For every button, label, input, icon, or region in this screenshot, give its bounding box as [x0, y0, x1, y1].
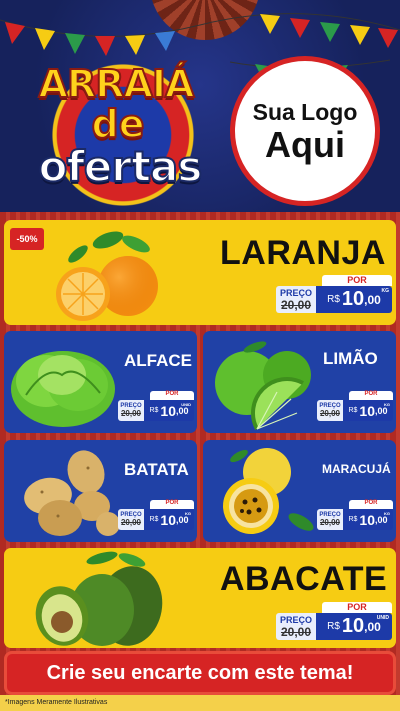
- price-decimal: ,00: [176, 405, 189, 416]
- price-integer: 10: [341, 288, 365, 310]
- illustrative-images-note: *Imagens Meramente Ilustrativas: [0, 695, 400, 711]
- preco-label: PREÇO: [279, 614, 312, 625]
- old-price-block: PREÇO 20,00: [317, 400, 343, 421]
- logo-placeholder[interactable]: Sua Logo Aqui: [230, 56, 380, 206]
- price-tag-batata: POR PREÇO 20,00 R$ 10 ,00 KG: [118, 500, 194, 530]
- logo-line1: Sua Logo: [252, 98, 358, 125]
- price-integer: 10: [341, 615, 365, 637]
- old-price-block: PREÇO 20,00: [276, 613, 316, 640]
- price-tag-laranja: POR PREÇO 20,00 R$ 10 ,00 KG: [276, 275, 392, 313]
- product-card-batata[interactable]: BATATA POR PREÇO 20,00 R$ 10 ,00 KG: [4, 440, 197, 542]
- product-name-alface: ALFACE: [124, 351, 192, 370]
- price-decimal: ,00: [176, 514, 189, 525]
- price-integer: 10: [160, 402, 176, 419]
- price-unit: KG: [381, 288, 390, 294]
- create-flyer-button[interactable]: Crie seu encarte com este tema!: [4, 651, 396, 695]
- por-label: POR: [349, 391, 393, 400]
- lime-image-icon: [215, 341, 311, 430]
- old-price-block: PREÇO 20,00: [118, 400, 144, 421]
- new-price-block: R$ 10 ,00 UNID: [316, 613, 392, 640]
- price-body: PREÇO 20,00 R$ 10 ,00 UNID: [276, 613, 392, 640]
- discount-badge: -50%: [10, 228, 44, 250]
- price-body: PREÇO 20,00 R$ 10 ,00 KG: [317, 400, 393, 421]
- title-ofertas: ofertas: [38, 141, 204, 192]
- price-decimal: ,00: [364, 292, 381, 307]
- product-name-batata: BATATA: [124, 460, 189, 479]
- price-body: PREÇO 20,00 R$ 10 ,00 KG: [317, 509, 393, 530]
- old-price: 20,00: [280, 624, 312, 639]
- price-unit: UNID: [181, 402, 191, 407]
- price-tag-limao: POR PREÇO 20,00 R$ 10 ,00 KG: [317, 391, 393, 421]
- currency: R$: [327, 294, 340, 305]
- currency: R$: [149, 407, 159, 414]
- preco-label: PREÇO: [279, 287, 312, 298]
- old-price: 20,00: [280, 297, 312, 312]
- product-card-maracuja[interactable]: MARACUJÁ POR PREÇO 20,00 R$ 10 ,00 KG: [203, 440, 396, 542]
- price-decimal: ,00: [364, 619, 381, 634]
- passion-fruit-image-icon: [223, 448, 314, 534]
- lettuce-image-icon: [11, 351, 115, 427]
- price-body: PREÇO 20,00 R$ 10 ,00 KG: [276, 286, 392, 313]
- title-de: de: [91, 101, 146, 147]
- currency: R$: [348, 407, 358, 414]
- flyer-page: ARRAIÁ de ofertas Sua Logo Aqui -50% LAR…: [0, 0, 400, 711]
- old-price-block: PREÇO 20,00: [118, 509, 144, 530]
- product-name-limao: LIMÃO: [323, 349, 378, 368]
- new-price-block: R$ 10 ,00 KG: [316, 286, 392, 313]
- price-unit: KG: [384, 511, 390, 516]
- avocado-image-icon: [35, 551, 163, 646]
- product-name-abacate: ABACATE: [220, 560, 388, 598]
- product-card-limao[interactable]: LIMÃO POR PREÇO 20,00 R$ 10 ,00 KG: [203, 331, 396, 433]
- price-tag-maracuja: POR PREÇO 20,00 R$ 10 ,00 KG: [317, 500, 393, 530]
- product-name-maracuja: MARACUJÁ: [322, 462, 391, 476]
- price-body: PREÇO 20,00 R$ 10 ,00 KG: [118, 509, 194, 530]
- orange-image-icon: [56, 231, 158, 321]
- por-label: POR: [322, 275, 392, 286]
- new-price-block: R$ 10 ,00 UNID: [144, 400, 194, 421]
- por-label: POR: [349, 500, 393, 509]
- new-price-block: R$ 10 ,00 KG: [144, 509, 194, 530]
- festa-junina-header: ARRAIÁ de ofertas Sua Logo Aqui: [0, 0, 400, 212]
- old-price: 20,00: [120, 518, 142, 527]
- title-arraia: ARRAIÁ: [38, 61, 196, 107]
- price-tag-alface: POR PREÇO 20,00 R$ 10 ,00 UNID: [118, 391, 194, 421]
- por-label: POR: [322, 602, 392, 613]
- product-card-abacate[interactable]: ABACATE POR PREÇO 20,00 R$ 10 ,00 UNID: [4, 548, 396, 648]
- por-label: POR: [150, 500, 194, 509]
- potato-image-icon: [24, 450, 120, 536]
- product-card-laranja[interactable]: -50% LARANJA POR PREÇO 20,00 R$ 10 ,00 K…: [4, 220, 396, 325]
- por-label: POR: [150, 391, 194, 400]
- price-integer: 10: [359, 511, 375, 528]
- currency: R$: [348, 516, 358, 523]
- old-price: 20,00: [319, 518, 341, 527]
- new-price-block: R$ 10 ,00 KG: [343, 509, 393, 530]
- price-tag-abacate: POR PREÇO 20,00 R$ 10 ,00 UNID: [276, 602, 392, 640]
- price-unit: KG: [185, 511, 191, 516]
- logo-line2: Aqui: [265, 123, 345, 165]
- old-price: 20,00: [120, 409, 142, 418]
- currency: R$: [327, 621, 340, 632]
- arraia-de-ofertas-title: ARRAIÁ de ofertas: [18, 52, 208, 210]
- product-name-laranja: LARANJA: [220, 234, 386, 272]
- price-body: PREÇO 20,00 R$ 10 ,00 UNID: [118, 400, 194, 421]
- new-price-block: R$ 10 ,00 KG: [343, 400, 393, 421]
- price-integer: 10: [160, 511, 176, 528]
- price-unit: UNID: [376, 615, 389, 621]
- old-price: 20,00: [319, 409, 341, 418]
- old-price-block: PREÇO 20,00: [276, 286, 316, 313]
- currency: R$: [149, 516, 159, 523]
- price-decimal: ,00: [375, 405, 388, 416]
- product-card-alface[interactable]: ALFACE POR PREÇO 20,00 R$ 10 ,00 UNID: [4, 331, 197, 433]
- price-unit: KG: [384, 402, 390, 407]
- price-integer: 10: [359, 402, 375, 419]
- old-price-block: PREÇO 20,00: [317, 509, 343, 530]
- price-decimal: ,00: [375, 514, 388, 525]
